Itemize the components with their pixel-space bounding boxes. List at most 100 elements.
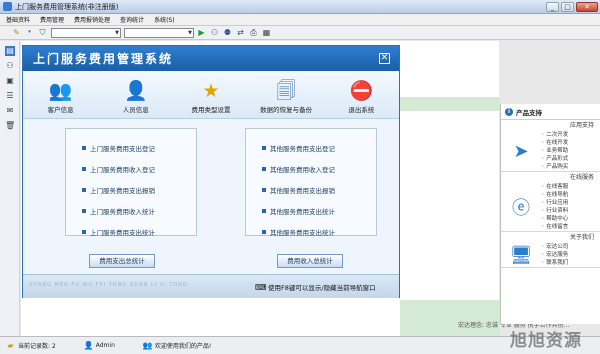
- bullet-icon: [82, 166, 86, 171]
- support-link[interactable]: 宏达公司: [541, 243, 600, 251]
- exit-icon: ⛔: [349, 80, 374, 102]
- onsite-income-stats-link[interactable]: 上门服务费用收入统计: [82, 200, 196, 221]
- watermark: 旭旭资源: [510, 331, 582, 351]
- onsite-expense-register-link[interactable]: 上门服务费用支出登记: [82, 137, 196, 158]
- combo-box-1[interactable]: ▼: [51, 27, 121, 38]
- link-label: 上门服务费用收入登记: [90, 165, 155, 174]
- star-icon: ★: [202, 80, 220, 102]
- support-link[interactable]: 产品形式: [541, 155, 600, 163]
- support-link[interactable]: 在线开发: [541, 139, 600, 147]
- backup-restore-button[interactable]: 🗐 数据的恢复与备份: [250, 80, 322, 114]
- dropdown-arrow-icon[interactable]: ▾: [25, 28, 34, 37]
- fee-type-settings-label: 费用类型设置: [191, 106, 231, 114]
- filter-icon[interactable]: ⛉: [38, 28, 47, 37]
- user-icon: 👤: [123, 80, 148, 102]
- bullet-icon: [262, 166, 266, 171]
- other-income-register-link[interactable]: 其他服务费用收入登记: [262, 158, 376, 179]
- bullet-icon: [262, 187, 266, 192]
- customer-info-label: 客户信息: [47, 106, 74, 114]
- bullet-icon: [262, 229, 266, 234]
- support-link[interactable]: 宏达服务: [541, 251, 600, 259]
- record-count-text: 当前记录数: 2: [18, 343, 56, 350]
- dialog-footer: SHANG MEN FU WU FEI YONG GUAN LI XI TONG…: [23, 274, 399, 298]
- toolbar: ✎ ▾ ⛉ ▼ ▼ ▶ ⚇ ⚉ ⇄ ⎙ ▦: [0, 26, 600, 40]
- product-support-title: 产品支持: [516, 108, 542, 117]
- close-button[interactable]: ✕: [576, 1, 598, 12]
- support-link[interactable]: 行业应用: [541, 199, 600, 207]
- trash-icon[interactable]: 🗑: [5, 121, 15, 131]
- combo-box-2[interactable]: ▼: [124, 27, 194, 38]
- bullet-icon: [262, 145, 266, 150]
- link-label: 上门服务费用支出统计: [90, 228, 155, 237]
- green-strip: [400, 97, 500, 111]
- mail-icon[interactable]: ✉: [5, 106, 15, 116]
- sync-icon[interactable]: ⇄: [236, 28, 245, 37]
- menu-reimbursement[interactable]: 费用报销处理: [74, 15, 110, 24]
- fee-type-settings-button[interactable]: ★ 费用类型设置: [175, 80, 247, 114]
- onsite-expense-reimburse-link[interactable]: 上门服务费用支出报销: [82, 179, 196, 200]
- record-count-status: ▰ 当前记录数: 2: [6, 341, 56, 350]
- income-total-stats-button[interactable]: 费用收入总统计: [277, 254, 343, 268]
- user-name: Admin: [95, 342, 115, 349]
- other-expense-stats-link[interactable]: 其他服务费用支出统计: [262, 200, 376, 221]
- support-link[interactable]: 业务帮助: [541, 147, 600, 155]
- dialog-title: 上门服务费用管理系统: [33, 52, 174, 66]
- support-link[interactable]: 帮助中心: [541, 215, 600, 223]
- onsite-expense-stats-link[interactable]: 上门服务费用支出统计: [82, 221, 196, 242]
- people-add-icon[interactable]: ⚉: [223, 28, 232, 37]
- onsite-income-register-link[interactable]: 上门服务费用收入登记: [82, 158, 196, 179]
- support-link[interactable]: 产品购买: [541, 163, 600, 171]
- list-icon[interactable]: ☰: [5, 91, 15, 101]
- grid-icon[interactable]: ▦: [262, 28, 271, 37]
- monitor-icon: 🖥: [509, 244, 533, 266]
- product-support-panel: i 产品支持 应用支持 ➤ 二次开发 在线开发 业务帮助 产品形式 产品购买 在…: [500, 104, 600, 324]
- other-expense-register-link[interactable]: 其他服务费用支出登记: [262, 137, 376, 158]
- customer-info-button[interactable]: 👥 客户信息: [25, 80, 97, 114]
- link-label: 上门服务费用收入统计: [90, 207, 155, 216]
- expense-total-stats-button[interactable]: 费用支出总统计: [89, 254, 155, 268]
- footer-pinyin: SHANG MEN FU WU FEI YONG GUAN LI XI TONG: [29, 282, 188, 288]
- welcome-text: 欢迎使用我们的产品!: [154, 343, 212, 350]
- link-label: 其他服务费用支出登记: [270, 144, 335, 153]
- maximize-button[interactable]: □: [561, 1, 574, 12]
- chevron-down-icon: ▼: [115, 29, 119, 36]
- nav-panel-icon[interactable]: ▤: [5, 46, 15, 56]
- users-icon[interactable]: ⚇: [5, 61, 15, 71]
- left-icon-bar: ▤ ⚇ ▣ ☰ ✉ 🗑: [0, 41, 20, 336]
- section-title: 应用支持: [569, 122, 594, 129]
- link-label: 上门服务费用支出登记: [90, 144, 155, 153]
- support-link[interactable]: 在线客服: [541, 183, 600, 191]
- staff-info-button[interactable]: 👤 人员信息: [100, 80, 172, 114]
- link-label: 其他服务费用支出统计: [270, 228, 335, 237]
- other-expense-stats-link-2[interactable]: 其他服务费用支出统计: [262, 221, 376, 242]
- menu-fee-management[interactable]: 费用管理: [40, 15, 64, 24]
- support-link[interactable]: 二次开发: [541, 131, 600, 139]
- support-link[interactable]: 联系我们: [541, 259, 600, 267]
- keyboard-icon: ⌨: [255, 282, 267, 292]
- menu-bar: 基础资料 费用管理 费用报销处理 查询统计 系统(S): [0, 14, 600, 26]
- support-link[interactable]: 在线留言: [541, 223, 600, 231]
- dialog-icon-row: 👥 客户信息 👤 人员信息 ★ 费用类型设置 🗐 数据的恢复与备份 ⛔ 退出系统: [23, 71, 399, 119]
- people-search-icon[interactable]: ⚇: [210, 28, 219, 37]
- exit-system-button[interactable]: ⛔ 退出系统: [325, 80, 397, 114]
- onsite-service-panel: 上门服务费用支出登记 上门服务费用收入登记 上门服务费用支出报销 上门服务费用收…: [65, 128, 197, 237]
- folder-icon: ▰: [7, 341, 14, 350]
- section-title: 在线服务: [569, 174, 594, 181]
- support-link[interactable]: 在线导航: [541, 191, 600, 199]
- other-expense-reimburse-link[interactable]: 其他服务费用支出报销: [262, 179, 376, 200]
- link-label: 其他服务费用收入登记: [270, 165, 335, 174]
- play-icon[interactable]: ▶: [197, 28, 206, 37]
- bullet-icon: [82, 145, 86, 150]
- printer-icon[interactable]: ⎙: [249, 28, 258, 37]
- support-link[interactable]: 行业资料: [541, 207, 600, 215]
- menu-system[interactable]: 系统(S): [154, 15, 175, 24]
- backup-restore-label: 数据的恢复与备份: [260, 106, 313, 114]
- link-list: 二次开发 在线开发 业务帮助 产品形式 产品购买: [541, 131, 600, 171]
- menu-basic-data[interactable]: 基础资料: [6, 15, 30, 24]
- title-bar: 上门服务费用管理系统(非注册版) _ □ ✕: [0, 0, 600, 14]
- menu-query-statistics[interactable]: 查询统计: [120, 15, 144, 24]
- book-icon[interactable]: ▣: [5, 76, 15, 86]
- minimize-button[interactable]: _: [546, 1, 559, 12]
- dialog-close-button[interactable]: ✕: [379, 53, 390, 64]
- pencil-icon[interactable]: ✎: [12, 28, 21, 37]
